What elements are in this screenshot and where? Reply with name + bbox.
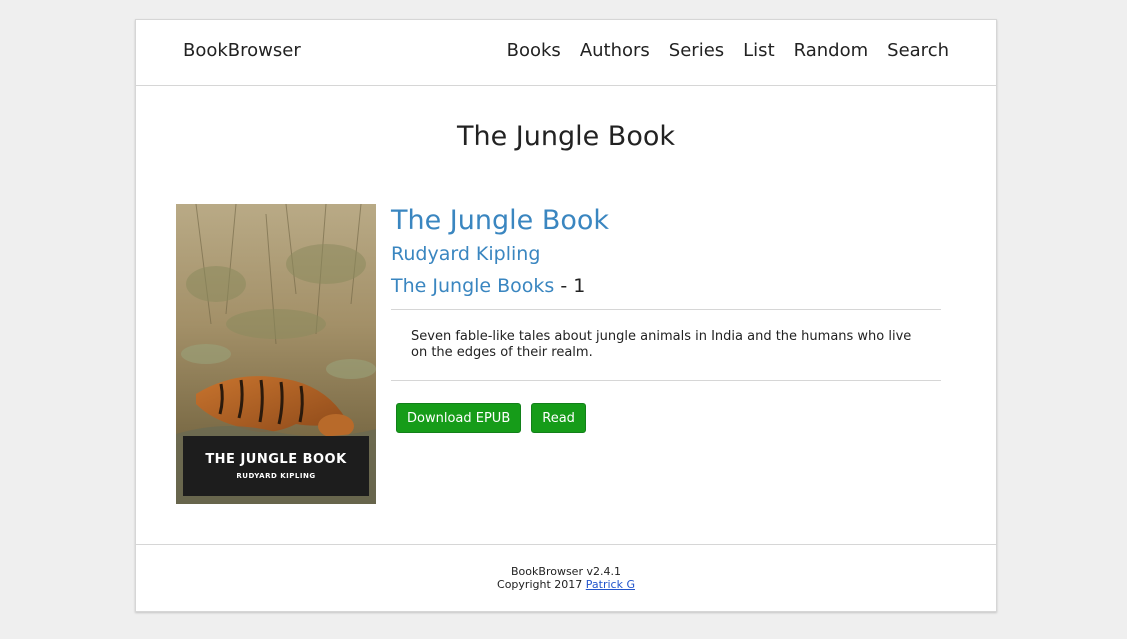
book-info: The Jungle Book Rudyard Kipling The Jung… bbox=[391, 204, 941, 455]
top-navbar: BookBrowser Books Authors Series List Ra… bbox=[136, 20, 996, 86]
cover-author: RUDYARD KIPLING bbox=[236, 472, 316, 480]
nav-random[interactable]: Random bbox=[794, 40, 869, 61]
nav-books[interactable]: Books bbox=[507, 40, 561, 61]
series-link[interactable]: The Jungle Books bbox=[391, 275, 554, 297]
nav-series[interactable]: Series bbox=[669, 40, 724, 61]
page-title: The Jungle Book bbox=[456, 121, 676, 152]
footer-version: BookBrowser v2.4.1 bbox=[511, 565, 621, 578]
page-container: BookBrowser Books Authors Series List Ra… bbox=[135, 19, 997, 612]
nav-list[interactable]: List bbox=[743, 40, 774, 61]
footer-author-link[interactable]: Patrick G bbox=[586, 578, 635, 591]
book-cover[interactable]: THE JUNGLE BOOK RUDYARD KIPLING bbox=[176, 204, 376, 504]
download-epub-button[interactable]: Download EPUB bbox=[396, 403, 522, 433]
footer: BookBrowser v2.4.1 Copyright 2017 Patric… bbox=[136, 544, 996, 612]
brand-link[interactable]: BookBrowser bbox=[183, 40, 301, 61]
nav-search[interactable]: Search bbox=[887, 40, 949, 61]
footer-copyright: Copyright 2017 bbox=[497, 578, 583, 591]
action-buttons: Download EPUB Read bbox=[391, 381, 941, 455]
book-description: Seven fable-like tales about jungle anim… bbox=[411, 329, 912, 360]
read-button[interactable]: Read bbox=[531, 403, 586, 433]
book-title-link[interactable]: The Jungle Book bbox=[391, 204, 941, 238]
series-index: - 1 bbox=[560, 275, 586, 297]
nav-authors[interactable]: Authors bbox=[580, 40, 650, 61]
book-author-link[interactable]: Rudyard Kipling bbox=[391, 239, 941, 269]
main-nav: Books Authors Series List Random Search bbox=[507, 40, 949, 61]
series-line: The Jungle Books - 1 bbox=[391, 271, 941, 301]
footer-copyright-line: Copyright 2017 Patrick G bbox=[136, 578, 996, 591]
cover-title-plate: THE JUNGLE BOOK RUDYARD KIPLING bbox=[183, 436, 369, 496]
cover-title: THE JUNGLE BOOK bbox=[205, 452, 347, 467]
